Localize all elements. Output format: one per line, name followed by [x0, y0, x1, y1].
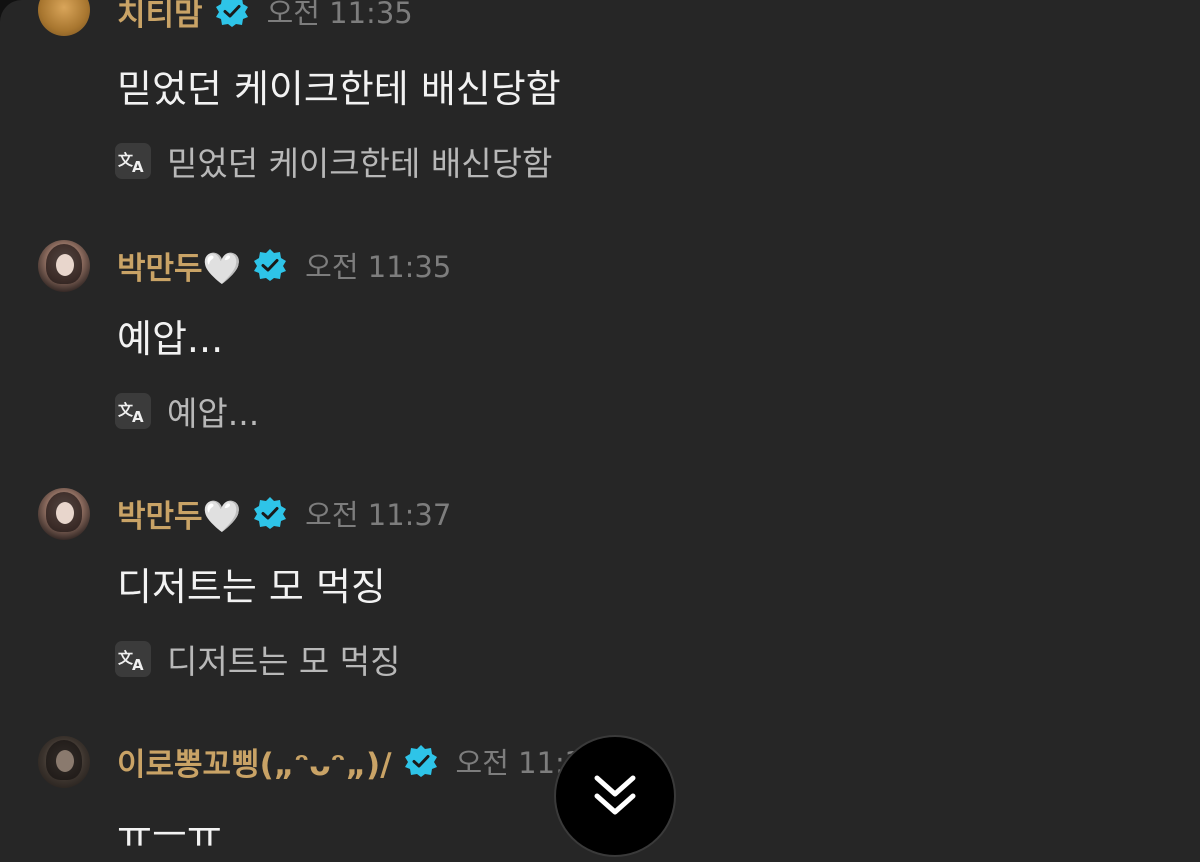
translation-row[interactable]: 文 A 예압...	[115, 391, 259, 433]
author-name[interactable]: 박만두🤍	[117, 491, 241, 536]
message-header: 치티맘 오전 11:35	[117, 0, 413, 34]
translation-row[interactable]: 文 A 디저트는 모 먹징	[115, 639, 401, 681]
translate-icon[interactable]: 文 A	[115, 143, 151, 179]
message-time: 오전 11:35	[266, 0, 413, 30]
svg-text:A: A	[132, 158, 144, 174]
verified-badge-icon	[254, 249, 287, 281]
chat-feed: 치티맘 오전 11:35 믿었던 케이크한테 배신당함 文 A 믿었던 케이크한…	[0, 0, 1200, 862]
message-text: 디저트는 모 먹징	[117, 565, 386, 609]
avatar[interactable]	[38, 488, 90, 540]
translation-row[interactable]: 文 A 믿었던 케이크한테 배신당함	[115, 141, 552, 183]
verified-badge-icon	[215, 0, 248, 27]
translation-text: 디저트는 모 먹징	[167, 642, 401, 681]
svg-text:A: A	[132, 408, 144, 424]
message-text: 믿었던 케이크한테 배신당함	[117, 67, 561, 111]
message-header: 박만두🤍 오전 11:37	[117, 491, 452, 536]
scroll-to-bottom-button[interactable]	[554, 735, 676, 857]
verified-badge-icon	[254, 497, 287, 529]
author-name[interactable]: 치티맘	[117, 0, 203, 34]
svg-text:A: A	[132, 656, 144, 672]
translate-icon[interactable]: 文 A	[115, 393, 151, 429]
message-header: 이로뽕꼬삥(„ᵔᴗᵔ„)/ 오전 11:37	[117, 739, 602, 784]
message-header: 박만두🤍 오전 11:35	[117, 243, 452, 288]
author-name[interactable]: 박만두🤍	[117, 243, 241, 288]
avatar[interactable]	[38, 736, 90, 788]
message-text: 예압...	[117, 317, 224, 361]
author-name[interactable]: 이로뽕꼬삥(„ᵔᴗᵔ„)/	[117, 739, 392, 784]
message-time: 오전 11:37	[305, 498, 452, 532]
double-chevron-down-icon	[594, 775, 636, 815]
avatar[interactable]	[38, 0, 90, 36]
translation-text: 믿었던 케이크한테 배신당함	[167, 144, 553, 183]
translation-text: 예압...	[167, 394, 260, 433]
message-time: 오전 11:35	[305, 250, 452, 284]
message-text: ㅠㅡㅠ	[117, 813, 222, 857]
avatar[interactable]	[38, 240, 90, 292]
translate-icon[interactable]: 文 A	[115, 641, 151, 677]
verified-badge-icon	[404, 745, 437, 777]
